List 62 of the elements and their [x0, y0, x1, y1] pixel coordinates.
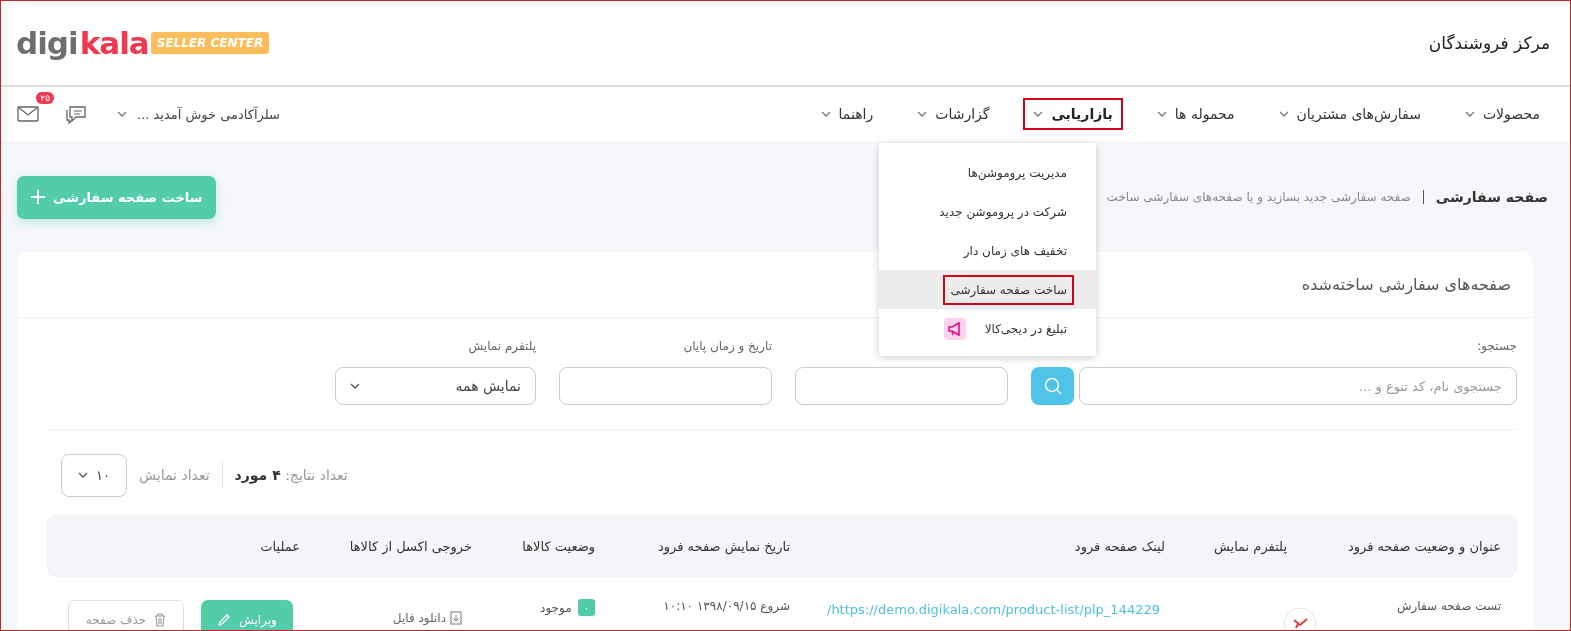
search-field[interactable]: جستجوی نام، کد تنوع و ... [1079, 367, 1517, 405]
megaphone-icon [943, 317, 966, 340]
caret-icon [1156, 111, 1167, 117]
caret-icon [820, 111, 831, 117]
column-header: عنوان و وضعیت صفحه فرود [1346, 538, 1501, 554]
menu-item[interactable]: تخفیف های زمان دار [879, 231, 1096, 270]
envelope-drawing [17, 106, 39, 122]
column-header: وضعیت کالاها [521, 538, 595, 554]
nav-item[interactable]: بازاریابی [1023, 98, 1123, 130]
pencil-icon [217, 613, 232, 627]
stock-count: ۰ [577, 599, 595, 616]
column-header: پلتفرم نمایش [1212, 538, 1287, 554]
date-field[interactable] [795, 367, 1008, 405]
page-size-select[interactable]: ۱۰ [61, 453, 127, 497]
page-description: صفحه سفارشی جدید بسازید و یا صفحه‌های سفارشی ساخت [1106, 190, 1411, 204]
nav-item[interactable]: سفارش‌های مشتریان [1268, 98, 1431, 130]
caret-icon [1033, 111, 1044, 117]
column-header: عملیات [259, 538, 300, 554]
plus-icon [31, 190, 45, 204]
filter-label: تاریخ و زمان پایان [682, 338, 772, 355]
page-size-label: تعداد نمایش [139, 467, 210, 483]
column-header: تاریخ نمایش صفحه فرود [657, 538, 790, 554]
table-cell-text: شروع ۱۳۹۸/۰۹/۱۵ ۱۰:۱۰ [662, 599, 790, 613]
column-header: خروجی اکسل از کالاها [348, 538, 472, 554]
chat-drawing [65, 104, 87, 124]
notification-badge: ۲۵ [35, 91, 55, 105]
logo-text: digi [16, 25, 78, 61]
search-button[interactable] [1031, 367, 1074, 405]
search-icon [1043, 377, 1062, 395]
platform-select[interactable]: نمایش همه [335, 367, 536, 405]
site-title: مرکز فروشندگان [1428, 33, 1550, 53]
file-download-icon [450, 611, 462, 625]
logo-badge: SELLER CENTER [150, 32, 270, 54]
nav-item[interactable]: محصولات [1454, 98, 1550, 130]
filter-label: پلتفرم نمایش [467, 338, 536, 355]
logo-text: kala [79, 25, 149, 61]
caret-icon [1464, 111, 1475, 117]
caret-icon [117, 111, 127, 117]
chat-icon[interactable] [65, 104, 87, 124]
nav-item[interactable]: گزارشات [907, 98, 1000, 130]
page-title: صفحه سفارشی [1435, 189, 1548, 205]
nav-item[interactable]: محموله ها [1146, 98, 1245, 130]
table-cell-text: تست صفحه سفارش [1395, 599, 1501, 613]
menu-item[interactable]: تبلیغ در دیجی‌کالا [879, 309, 1096, 348]
column-header: لینک صفحه فرود [1073, 538, 1165, 554]
download-link[interactable]: دانلود فایل [300, 611, 462, 625]
user-menu[interactable]: سلرآکادمی خوش آمدید ... [113, 102, 284, 126]
menu-item[interactable]: مدیریت پروموشن‌ها [879, 153, 1096, 192]
caret-icon [917, 111, 928, 117]
caret-icon [1278, 111, 1289, 117]
caret-icon [350, 383, 360, 389]
filter-label: جستجو: [1476, 338, 1517, 355]
stock-label: موجود [540, 600, 572, 615]
menu-item[interactable]: ساخت صفحه سفارشی [879, 270, 1096, 309]
mail-icon[interactable] [17, 106, 39, 122]
caret-icon [78, 472, 88, 478]
results-count: تعداد نتایج: ۴ مورد [234, 467, 348, 483]
date-field[interactable] [559, 367, 772, 405]
menu-item[interactable]: شرکت در پروموشن جدید [879, 192, 1096, 231]
card-title: صفحه‌های سفارشی ساخته‌شده [1301, 275, 1511, 294]
trash-icon [154, 613, 167, 627]
nav-item[interactable]: راهنما [810, 98, 884, 130]
